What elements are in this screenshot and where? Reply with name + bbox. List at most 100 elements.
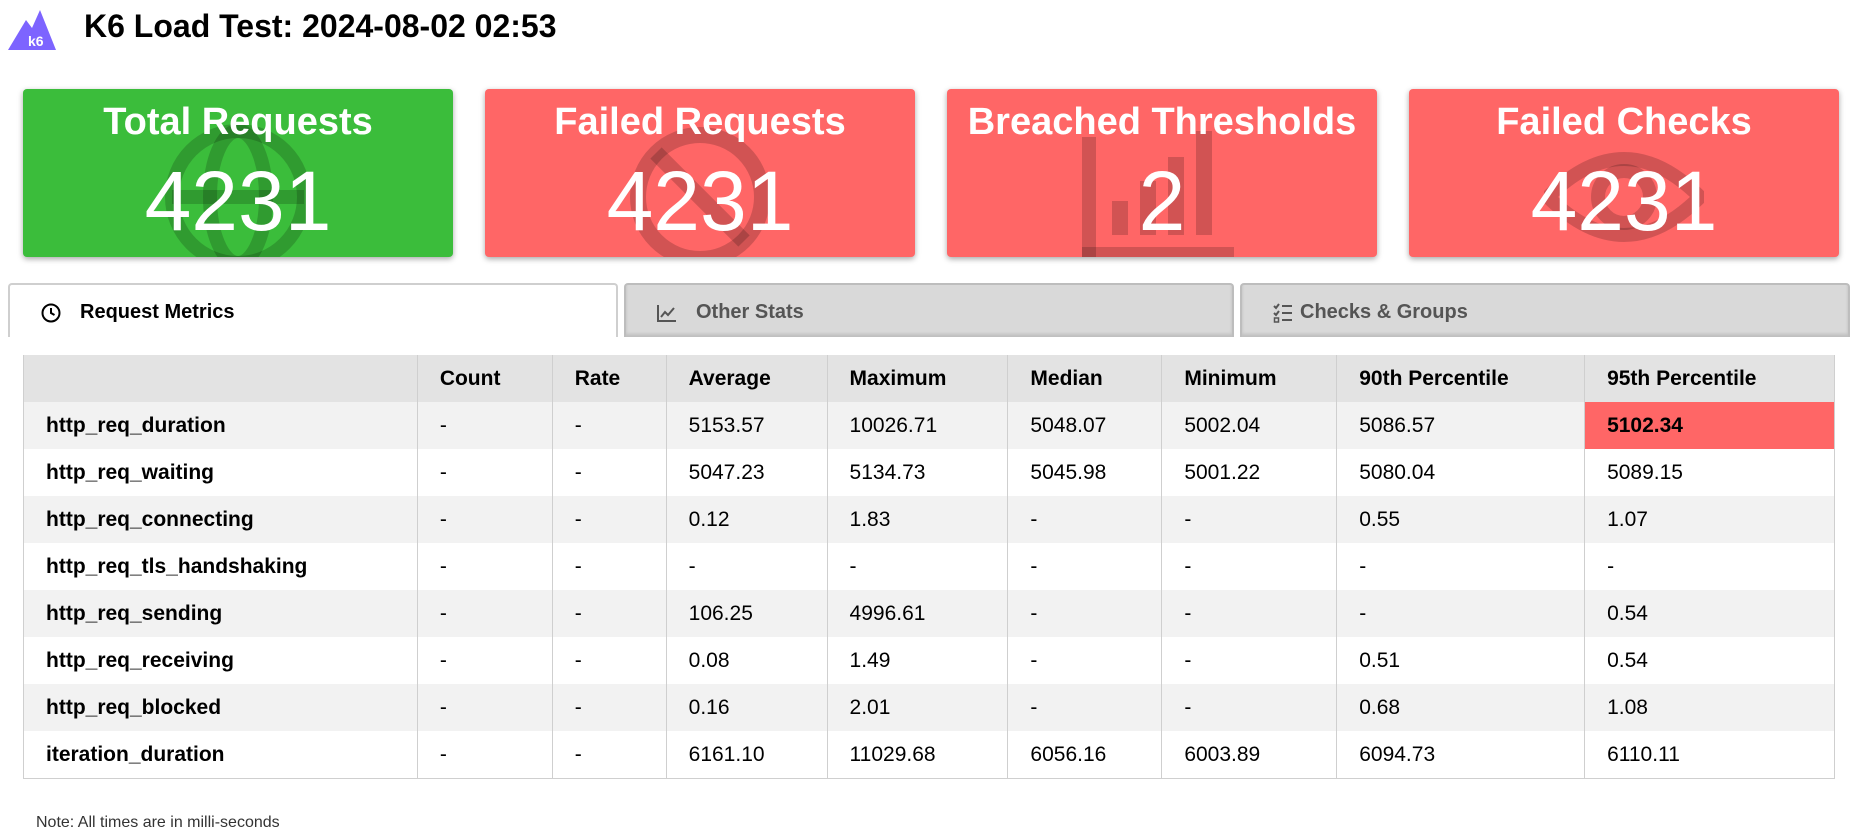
column-header: Maximum <box>826 355 1009 402</box>
tab-label: Checks & Groups <box>1300 301 1468 323</box>
metric-value-cell: - <box>1007 684 1163 731</box>
metric-name-cell: http_req_receiving <box>23 637 418 684</box>
metric-value-cell: - <box>416 684 553 731</box>
metric-value-cell: - <box>416 402 553 449</box>
metric-value-cell: - <box>416 590 553 637</box>
column-header: Median <box>1007 355 1163 402</box>
metric-value-cell: 0.08 <box>665 637 828 684</box>
metric-value-cell: - <box>1336 590 1586 637</box>
metric-value-cell: 0.68 <box>1336 684 1586 731</box>
table-header-row: Count Rate Average Maximum Median Minimu… <box>23 355 1835 402</box>
metric-value-cell: - <box>416 449 553 496</box>
metric-name-cell: http_req_waiting <box>23 449 418 496</box>
metric-value-cell: 6161.10 <box>665 731 828 779</box>
metric-name-cell: iteration_duration <box>23 731 418 779</box>
metric-value-cell: 0.12 <box>665 496 828 543</box>
table-row: http_req_waiting - -5047.23 5134.73 5045.98 5… <box>23 449 1835 496</box>
card-value: 2 <box>1138 154 1186 248</box>
metric-value-cell: - <box>551 449 667 496</box>
tab-label: Request Metrics <box>80 301 235 323</box>
table-row: http_req_receiving - -0.08 1.49- -0.51 0.54 <box>23 637 1835 684</box>
metric-value-cell: 5002.04 <box>1161 402 1338 449</box>
k6-logo-icon: k6 <box>8 10 56 50</box>
card-title: Failed Requests <box>554 101 846 143</box>
metric-value-cell: - <box>1161 684 1338 731</box>
table-row: http_req_sending - -106.25 4996.61- - -0.54 <box>23 590 1835 637</box>
metric-value-cell: 6094.73 <box>1336 731 1586 779</box>
page-title: K6 Load Test: 2024-08-02 02:53 <box>84 8 557 44</box>
tab-request-metrics[interactable]: Request Metrics <box>8 283 618 337</box>
metric-value-cell: 6003.89 <box>1161 731 1338 779</box>
line-chart-icon <box>657 304 676 322</box>
card-value: 4231 <box>606 154 794 248</box>
card-title: Total Requests <box>103 101 373 143</box>
column-header: Average <box>665 355 828 402</box>
header: k6 K6 Load Test: 2024-08-02 02:53 <box>0 0 1860 60</box>
metric-value-cell: - <box>1161 637 1338 684</box>
metric-value-cell: 1.08 <box>1584 684 1835 731</box>
metric-name-cell: http_req_blocked <box>23 684 418 731</box>
table-row: http_req_tls_handshaking - - - - - - - - <box>23 543 1835 590</box>
metric-value-cell: - <box>1161 590 1338 637</box>
metric-value-cell: - <box>551 590 667 637</box>
metric-value-cell: 5048.07 <box>1007 402 1163 449</box>
clock-icon <box>41 303 61 322</box>
table-row: http_req_connecting - -0.12 1.83- -0.55 1.07 <box>23 496 1835 543</box>
breached-value-cell: 5102.34 <box>1584 402 1835 449</box>
metric-value-cell: 10026.71 <box>826 402 1009 449</box>
column-header: Count <box>416 355 553 402</box>
metric-value-cell: 4996.61 <box>826 590 1009 637</box>
metric-name-cell: http_req_tls_handshaking <box>23 543 418 590</box>
metric-value-cell: - <box>826 543 1009 590</box>
metric-value-cell: - <box>551 496 667 543</box>
metric-value-cell: - <box>1007 543 1163 590</box>
column-header: 90th Percentile <box>1336 355 1586 402</box>
metric-value-cell: 5086.57 <box>1336 402 1586 449</box>
metric-name-cell: http_req_duration <box>23 402 418 449</box>
metric-value-cell: 0.54 <box>1584 590 1835 637</box>
metric-value-cell: - <box>1007 637 1163 684</box>
metric-value-cell: 11029.68 <box>826 731 1009 779</box>
metric-name-cell: http_req_connecting <box>23 496 418 543</box>
column-header <box>23 355 418 402</box>
metric-value-cell: - <box>665 543 828 590</box>
metric-value-cell: - <box>551 637 667 684</box>
metric-value-cell: 6056.16 <box>1007 731 1163 779</box>
metric-value-cell: - <box>1161 543 1338 590</box>
metric-value-cell: - <box>416 543 553 590</box>
metric-value-cell: 6110.11 <box>1584 731 1835 779</box>
failed-requests-card: Failed Requests 4231 <box>485 89 915 257</box>
column-header: Rate <box>551 355 667 402</box>
metric-value-cell: - <box>551 684 667 731</box>
metric-value-cell: 5080.04 <box>1336 449 1586 496</box>
card-value: 4231 <box>1530 154 1718 248</box>
breached-thresholds-card: Breached Thresholds 2 <box>947 89 1377 257</box>
footnote: Note: All times are in milli-seconds <box>36 814 280 831</box>
tab-checks-groups[interactable]: Checks & Groups <box>1240 283 1850 337</box>
tab-other-stats[interactable]: Other Stats <box>624 283 1234 337</box>
logo-text: k6 <box>28 33 44 49</box>
column-header: Minimum <box>1161 355 1338 402</box>
table-row: http_req_duration - -5153.57 10026.71 5048.0… <box>23 402 1835 449</box>
metric-value-cell: 1.07 <box>1584 496 1835 543</box>
table-row: iteration_duration - -6161.10 11029.68 6056.… <box>23 731 1835 779</box>
metric-value-cell: 5089.15 <box>1584 449 1835 496</box>
metric-value-cell: 1.49 <box>826 637 1009 684</box>
metric-value-cell: - <box>551 543 667 590</box>
total-requests-card: Total Requests 4231 <box>23 89 453 257</box>
metric-value-cell: - <box>551 731 667 779</box>
metric-value-cell: 0.51 <box>1336 637 1586 684</box>
card-title: Breached Thresholds <box>967 101 1357 143</box>
metric-value-cell: - <box>1007 496 1163 543</box>
metric-value-cell: 1.83 <box>826 496 1009 543</box>
metric-value-cell: - <box>1584 543 1835 590</box>
metric-value-cell: 106.25 <box>665 590 828 637</box>
card-title: Failed Checks <box>1496 101 1752 143</box>
metric-value-cell: 5153.57 <box>665 402 828 449</box>
metric-value-cell: 5045.98 <box>1007 449 1163 496</box>
metric-value-cell: 0.16 <box>665 684 828 731</box>
metric-value-cell: 0.55 <box>1336 496 1586 543</box>
metric-value-cell: 2.01 <box>826 684 1009 731</box>
column-header: 95th Percentile <box>1584 355 1835 402</box>
metric-value-cell: - <box>416 496 553 543</box>
